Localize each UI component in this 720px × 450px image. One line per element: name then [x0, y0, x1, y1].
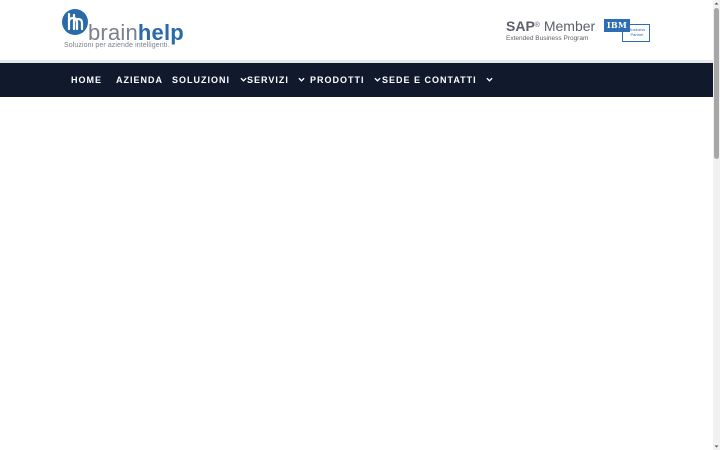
scrollbar-thumb[interactable]: [714, 8, 719, 159]
nav-item-sede-e-contatti[interactable]: SEDE E CONTATTI: [382, 63, 493, 97]
sap-brand: SAP: [506, 18, 535, 34]
vertical-scrollbar[interactable]: [713, 0, 720, 450]
partner-logos: SAP® Member Extended Business Program IB…: [0, 16, 713, 46]
nav-item-label: SERVIZI: [247, 75, 289, 85]
arrow-up-icon[interactable]: [713, 0, 720, 7]
nav-item-label: SEDE E CONTATTI: [382, 75, 477, 85]
chevron-down-icon: [298, 77, 305, 82]
nav-item-label: HOME: [71, 75, 102, 85]
chevron-down-icon: [486, 77, 493, 82]
nav-item-label: SOLUZIONI: [172, 75, 230, 85]
sap-member-label: Member: [543, 18, 596, 34]
main-navigation: HOME AZIENDA SOLUZIONI SERVIZI PRODOTTI …: [0, 63, 713, 97]
nav-item-azienda[interactable]: AZIENDA: [116, 63, 163, 97]
ibm-partner-label: Business Partner: [628, 27, 646, 37]
chevron-down-icon: [239, 77, 247, 82]
site-header: brainhelp Soluzioni per aziende intellig…: [0, 0, 713, 60]
nav-item-soluzioni[interactable]: SOLUZIONI: [172, 63, 247, 97]
nav-item-home[interactable]: HOME: [71, 63, 102, 97]
sap-program-label: Extended Business Program: [506, 35, 589, 42]
chevron-down-icon: [374, 77, 381, 82]
nav-item-prodotti[interactable]: PRODOTTI: [310, 63, 381, 97]
ibm-partner-logo: IBM Business Partner: [604, 18, 650, 42]
nav-item-servizi[interactable]: SERVIZI: [247, 63, 305, 97]
sap-title: SAP® Member: [506, 19, 595, 34]
nav-item-label: AZIENDA: [116, 75, 163, 85]
sap-registered-mark: ®: [534, 22, 540, 29]
sap-member-logo: SAP® Member Extended Business Program: [506, 19, 596, 45]
arrow-down-icon[interactable]: [713, 443, 720, 450]
nav-item-label: PRODOTTI: [310, 75, 365, 85]
